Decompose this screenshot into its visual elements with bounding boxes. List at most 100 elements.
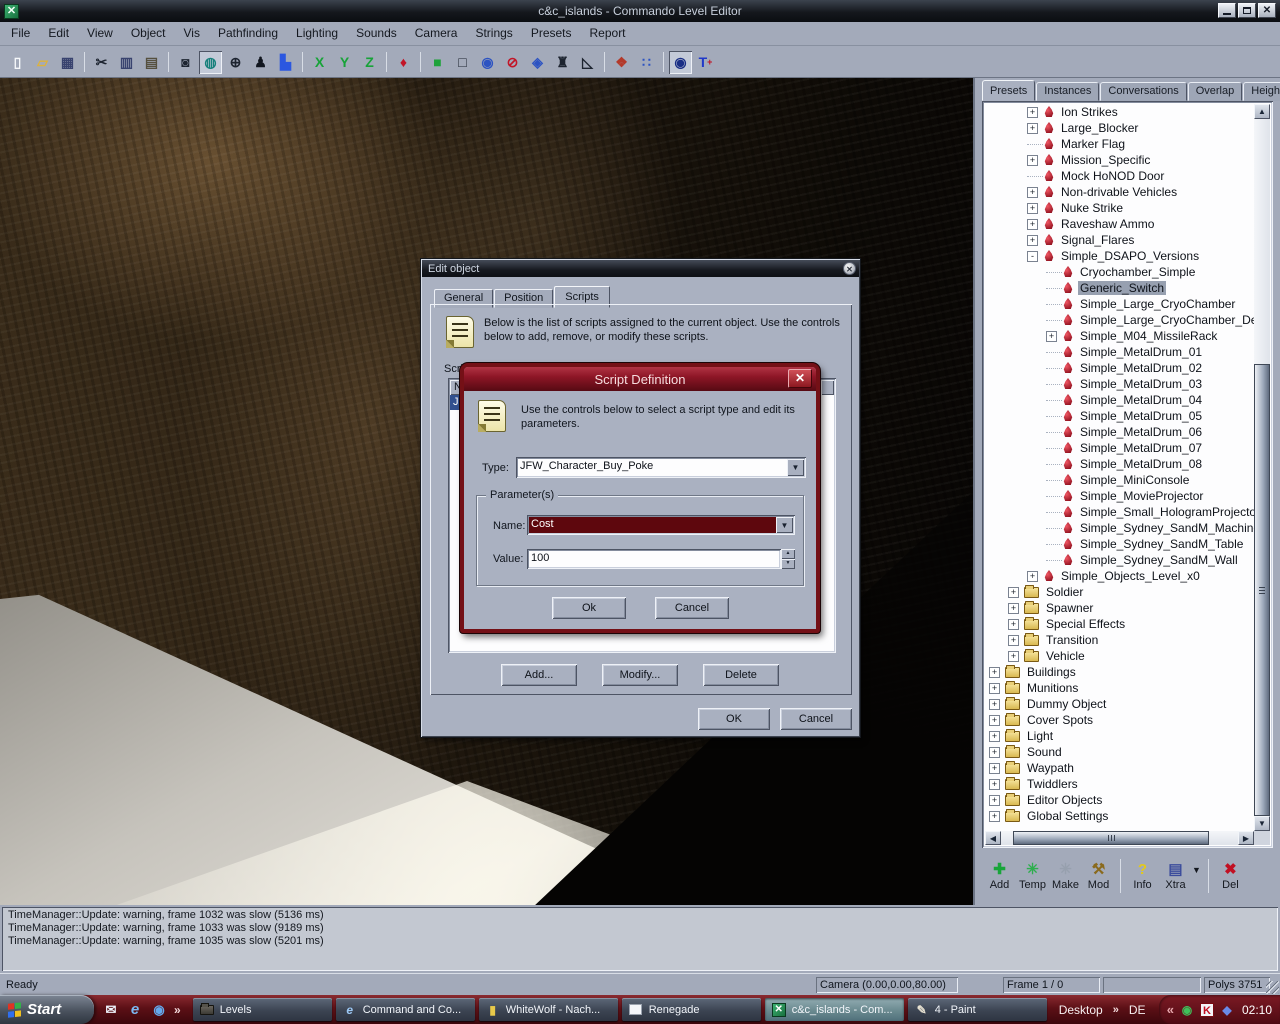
chevron-down-icon[interactable]: ▼ (776, 517, 793, 533)
add-preset-button[interactable]: ✚Add (983, 861, 1016, 891)
tree-item-label[interactable]: Nuke Strike (1059, 201, 1125, 215)
tree-row[interactable]: Mock HoNOD Door (985, 168, 1254, 184)
save-icon[interactable]: ▦ (56, 51, 79, 74)
tree-item-label[interactable]: Simple_Large_CryoChamber (1078, 297, 1237, 311)
hscrollbar-track[interactable] (1001, 831, 1238, 845)
tree-item-label[interactable]: Simple_MetalDrum_01 (1078, 345, 1204, 359)
script-definition-ok-button[interactable]: Ok (552, 597, 626, 619)
expand-icon[interactable]: + (1027, 203, 1038, 214)
script-definition-title-bar[interactable]: Script Definition (464, 367, 816, 391)
taskbar-clock[interactable]: 02:10 (1242, 1003, 1272, 1017)
chevron-down-icon[interactable]: ▼ (787, 459, 804, 476)
tree-item-label[interactable]: Cryochamber_Simple (1078, 265, 1197, 279)
mod-preset-button[interactable]: ⚒Mod (1082, 861, 1115, 891)
edit-object-title-bar[interactable]: Edit object ✕ (422, 260, 859, 277)
expand-icon[interactable]: + (989, 699, 1000, 710)
tree-item-label[interactable]: Simple_MetalDrum_06 (1078, 425, 1204, 439)
tree-row[interactable]: Simple_MiniConsole (985, 472, 1254, 488)
modify-script-button[interactable]: Modify... (602, 664, 678, 686)
value-spinner[interactable]: ▲▼ (781, 549, 795, 569)
tree-row[interactable]: +Sound (985, 744, 1254, 760)
start-button[interactable]: Start (0, 995, 94, 1024)
param-name-value[interactable]: Cost (527, 515, 795, 535)
scroll-left-button[interactable]: ◀ (985, 831, 1001, 845)
tree-item-label[interactable]: Simple_MovieProjector (1078, 489, 1205, 503)
tree-row[interactable]: +Simple_Objects_Level_x0 (985, 568, 1254, 584)
tree-item-label[interactable]: Light (1025, 729, 1055, 743)
tree-row[interactable]: +Soldier (985, 584, 1254, 600)
axis-y-icon[interactable]: Y (333, 51, 356, 74)
tree-vertical-scrollbar[interactable]: ▲ ▼ (1254, 104, 1270, 831)
paste-icon[interactable]: ▤ (140, 51, 163, 74)
tree-row[interactable]: +Ion Strikes (985, 104, 1254, 120)
expand-icon[interactable]: + (989, 763, 1000, 774)
tree-row[interactable]: + Large_Blocker (985, 120, 1254, 136)
open-file-icon[interactable]: ▱ (31, 51, 54, 74)
tree-row[interactable]: + Nuke Strike (985, 200, 1254, 216)
tree-item-label[interactable]: Transition (1044, 633, 1100, 647)
tree-item-label[interactable]: Munitions (1025, 681, 1080, 695)
axis-x-icon[interactable]: X (308, 51, 331, 74)
taskbar-button[interactable]: eCommand and Co... (336, 998, 475, 1021)
delete-script-button[interactable]: Delete (703, 664, 779, 686)
tree-item-label[interactable]: Simple_MetalDrum_02 (1078, 361, 1204, 375)
tab-overlap[interactable]: Overlap (1188, 82, 1243, 101)
log-lines[interactable]: TimeManager::Update: warning, frame 1032… (2, 907, 1278, 971)
tree-row[interactable]: Simple_MetalDrum_07 (985, 440, 1254, 456)
tree-row[interactable]: + Munitions (985, 680, 1254, 696)
tab-presets[interactable]: Presets (982, 80, 1035, 101)
tree-row[interactable]: Simple_MetalDrum_01 (985, 344, 1254, 360)
expand-icon[interactable]: + (1008, 635, 1019, 646)
text-labels-icon[interactable]: T+ (694, 51, 717, 74)
expand-icon[interactable]: + (1027, 123, 1038, 134)
expand-icon[interactable]: + (1027, 235, 1038, 246)
tree-item-label[interactable]: Cover Spots (1025, 713, 1095, 727)
tree-row[interactable]: +Cover Spots (985, 712, 1254, 728)
script-type-value[interactable]: JFW_Character_Buy_Poke (516, 457, 806, 478)
scroll-down-button[interactable]: ▼ (1254, 816, 1270, 831)
internet-explorer-icon[interactable]: e (126, 1001, 144, 1019)
tree-row[interactable]: Simple_MetalDrum_08 (985, 456, 1254, 472)
render-teapot-icon[interactable]: ◍ (199, 51, 222, 74)
tree-item-label[interactable]: Mission_Specific (1059, 153, 1152, 167)
tree-row[interactable]: Simple_MetalDrum_03 (985, 376, 1254, 392)
tree-row[interactable]: Cryochamber_Simple (985, 264, 1254, 280)
tree-item-label[interactable]: Simple_Objects_Level_x0 (1059, 569, 1202, 583)
taskbar-button[interactable]: ▮WhiteWolf - Nach... (479, 998, 618, 1021)
expand-icon[interactable]: + (989, 683, 1000, 694)
solid-view-icon[interactable]: ■ (426, 51, 449, 74)
close-button[interactable]: ✕ (1258, 3, 1276, 18)
expand-icon[interactable]: + (989, 731, 1000, 742)
tree-row[interactable]: Simple_Sydney_SandM_Table (985, 536, 1254, 552)
scroll-right-button[interactable]: ▶ (1238, 831, 1254, 845)
cut-icon[interactable]: ✂ (90, 51, 113, 74)
eye-icon[interactable]: ◉ (1179, 1002, 1195, 1018)
menu-pathfinding[interactable]: Pathfinding (209, 22, 287, 45)
add-script-button[interactable]: Add... (501, 664, 577, 686)
tree-item-label[interactable]: Large_Blocker (1059, 121, 1140, 135)
tree-row[interactable]: +Special Effects (985, 616, 1254, 632)
scrollbar-thumb[interactable] (1254, 364, 1270, 816)
axis-z-icon[interactable]: Z (358, 51, 381, 74)
language-indicator[interactable]: DE (1129, 1003, 1146, 1017)
tree-row[interactable]: +Waypath (985, 760, 1254, 776)
tree-item-label[interactable]: Editor Objects (1025, 793, 1104, 807)
tree-item-label[interactable]: Simple_MiniConsole (1078, 473, 1191, 487)
taskbar-button[interactable]: Renegade (622, 998, 761, 1021)
tree-item-label[interactable]: Buildings (1025, 665, 1078, 679)
desktop-toolbar[interactable]: Desktop (1059, 1003, 1103, 1017)
copy-icon[interactable]: ▥ (115, 51, 138, 74)
expand-icon[interactable]: + (989, 795, 1000, 806)
tree-item-label[interactable]: Simple_Sydney_SandM_Wall (1078, 553, 1240, 567)
expand-icon[interactable]: + (989, 811, 1000, 822)
drop-to-ground-icon[interactable]: ♦ (392, 51, 415, 74)
vis-disabled-icon[interactable]: ⊘ (501, 51, 524, 74)
agent-icon[interactable]: ◆ (1219, 1002, 1235, 1018)
tab-instances[interactable]: Instances (1036, 82, 1099, 101)
tree-horizontal-scrollbar[interactable]: ◀ ▶ (985, 831, 1254, 845)
tree-row[interactable]: Simple_Sydney_SandM_Machine (985, 520, 1254, 536)
edit-object-close-icon[interactable]: ✕ (843, 262, 856, 275)
expand-icon[interactable]: + (1008, 619, 1019, 630)
temp-preset-button[interactable]: ✳Temp (1016, 861, 1049, 891)
media-player-icon[interactable]: ◉ (150, 1001, 168, 1019)
